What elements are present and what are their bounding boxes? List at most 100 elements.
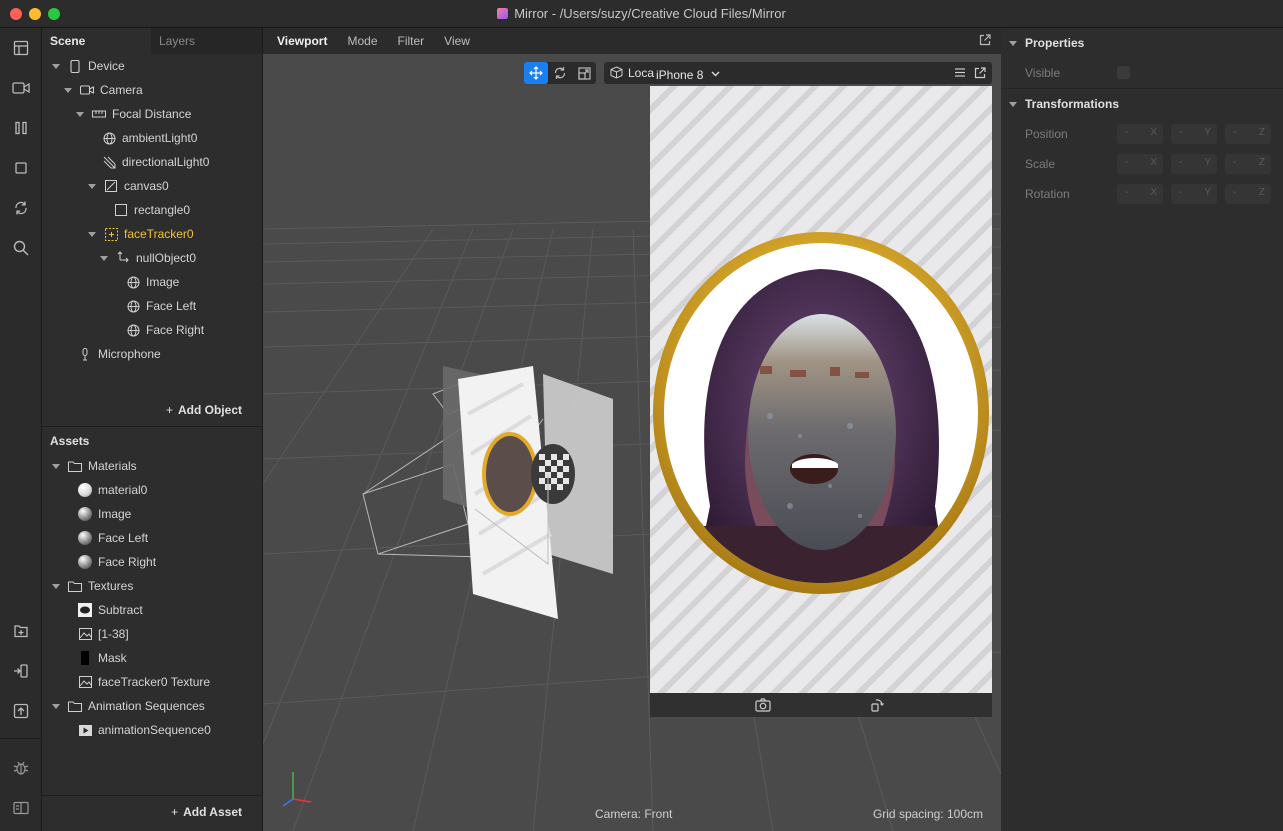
asset-animation-sequence[interactable]: animationSequence0: [78, 718, 211, 742]
expand-icon[interactable]: [76, 111, 84, 117]
tree-item-facetracker[interactable]: faceTracker0: [88, 222, 194, 246]
material-icon: [78, 555, 92, 569]
add-object-button[interactable]: + Add Object: [166, 403, 242, 417]
screenshot-icon[interactable]: [755, 698, 771, 715]
tree-item-image[interactable]: Image: [126, 270, 179, 294]
expand-icon[interactable]: [88, 231, 96, 237]
menu-view[interactable]: View: [434, 28, 480, 54]
properties-panel: Properties Visible Transformations Posit…: [1001, 28, 1283, 831]
scale-x-field[interactable]: -X: [1117, 154, 1163, 174]
position-y-field[interactable]: -Y: [1171, 124, 1217, 144]
collapse-icon[interactable]: [1009, 101, 1017, 107]
asset-folder-textures[interactable]: Textures: [52, 574, 133, 598]
video-camera-icon[interactable]: [11, 78, 31, 98]
rotate-tool-button[interactable]: [548, 62, 572, 84]
search-icon[interactable]: [11, 238, 31, 258]
tree-item-ambientlight[interactable]: ambientLight0: [102, 126, 197, 150]
add-asset-label: Add Asset: [183, 805, 242, 819]
rotation-x-field[interactable]: -X: [1117, 184, 1163, 204]
asset-texture-sequence[interactable]: [1-38]: [78, 622, 129, 646]
add-asset-button[interactable]: + Add Asset: [171, 805, 242, 819]
expand-icon[interactable]: [88, 183, 96, 189]
tree-item-label: material0: [98, 483, 148, 497]
tree-item-device[interactable]: Device: [52, 54, 125, 78]
tree-item-camera[interactable]: Camera: [64, 78, 143, 102]
stop-icon[interactable]: [11, 158, 31, 178]
scale-z-field[interactable]: -Z: [1225, 154, 1271, 174]
add-file-icon[interactable]: [11, 621, 31, 641]
asset-texture-subtract[interactable]: Subtract: [78, 598, 143, 622]
refresh-icon[interactable]: [11, 198, 31, 218]
directional-light-icon: [102, 155, 116, 169]
device-select[interactable]: iPhone 8: [656, 62, 720, 86]
popout-icon[interactable]: [979, 34, 991, 49]
upload-icon[interactable]: [11, 701, 31, 721]
position-z-field[interactable]: -Z: [1225, 124, 1271, 144]
properties-title: Properties: [1025, 36, 1085, 50]
asset-material-face-right[interactable]: Face Right: [78, 550, 156, 574]
expand-icon[interactable]: [100, 255, 108, 261]
asset-folder-animation[interactable]: Animation Sequences: [52, 694, 205, 718]
expand-icon[interactable]: [52, 703, 60, 709]
expand-icon[interactable]: [64, 87, 72, 93]
tree-item-label: Camera: [100, 83, 143, 97]
expand-icon[interactable]: [52, 463, 60, 469]
tree-item-label: Microphone: [98, 347, 161, 361]
tab-scene[interactable]: Scene: [42, 28, 151, 54]
tree-item-nullobject[interactable]: nullObject0: [100, 246, 196, 270]
expand-icon[interactable]: [52, 583, 60, 589]
plus-icon: +: [165, 403, 173, 417]
popout-icon[interactable]: [974, 67, 986, 82]
device-simulator-preview[interactable]: [650, 86, 992, 693]
transformations-title: Transformations: [1025, 97, 1120, 111]
axis-label: Z: [1258, 157, 1265, 168]
transformations-section-header[interactable]: Transformations: [1009, 97, 1119, 111]
tree-item-rectangle[interactable]: rectangle0: [114, 198, 190, 222]
tab-layers[interactable]: Layers: [151, 28, 260, 54]
asset-texture-facetracker[interactable]: faceTracker0 Texture: [78, 670, 210, 694]
asset-material0[interactable]: material0: [78, 478, 147, 502]
rotate-device-icon[interactable]: [870, 698, 884, 715]
tree-item-label: Image: [98, 507, 132, 521]
asset-folder-materials[interactable]: Materials: [52, 454, 137, 478]
tree-item-label: Image: [146, 275, 180, 289]
asset-material-face-left[interactable]: Face Left: [78, 526, 148, 550]
rotation-z-field[interactable]: -Z: [1225, 184, 1271, 204]
asset-texture-mask[interactable]: Mask: [78, 646, 127, 670]
rotation-label: Rotation: [1025, 187, 1070, 201]
viewport-menubar: Viewport Mode Filter View: [263, 28, 1001, 54]
docs-icon[interactable]: [11, 798, 31, 818]
mirror-effect-preview: [653, 232, 989, 594]
bug-icon[interactable]: [11, 758, 31, 778]
scale-y-field[interactable]: -Y: [1171, 154, 1217, 174]
tree-item-face-left[interactable]: Face Left: [126, 294, 196, 318]
move-tool-button[interactable]: [524, 62, 548, 84]
tree-item-directionallight[interactable]: directionalLight0: [102, 150, 209, 174]
position-x-field[interactable]: -X: [1117, 124, 1163, 144]
tree-item-microphone[interactable]: Microphone: [78, 342, 161, 366]
properties-section-header[interactable]: Properties: [1009, 36, 1084, 50]
transform-toolbar: [524, 62, 596, 84]
visible-checkbox[interactable]: [1117, 66, 1130, 79]
tree-item-canvas[interactable]: canvas0: [88, 174, 169, 198]
menu-mode[interactable]: Mode: [337, 28, 387, 54]
menu-filter[interactable]: Filter: [388, 28, 435, 54]
expand-icon[interactable]: [52, 63, 60, 69]
import-icon[interactable]: [11, 661, 31, 681]
tree-item-label: canvas0: [124, 179, 169, 193]
field-value: -: [1125, 157, 1129, 168]
rotation-y-field[interactable]: -Y: [1171, 184, 1217, 204]
null-object-icon: [116, 251, 130, 265]
menu-icon[interactable]: [954, 67, 966, 81]
tree-item-face-right[interactable]: Face Right: [126, 318, 204, 342]
tree-item-label: Mask: [98, 651, 127, 665]
menu-viewport[interactable]: Viewport: [263, 28, 337, 54]
pause-icon[interactable]: [11, 118, 31, 138]
layout-icon[interactable]: [11, 38, 31, 58]
viewport[interactable]: Viewport Mode Filter View Loca iPhone 8: [263, 28, 1001, 831]
collapse-icon[interactable]: [1009, 40, 1017, 46]
scale-tool-button[interactable]: [572, 62, 596, 84]
tree-item-label: faceTracker0 Texture: [98, 675, 211, 689]
tree-item-focal-distance[interactable]: Focal Distance: [76, 102, 191, 126]
asset-material-image[interactable]: Image: [78, 502, 131, 526]
